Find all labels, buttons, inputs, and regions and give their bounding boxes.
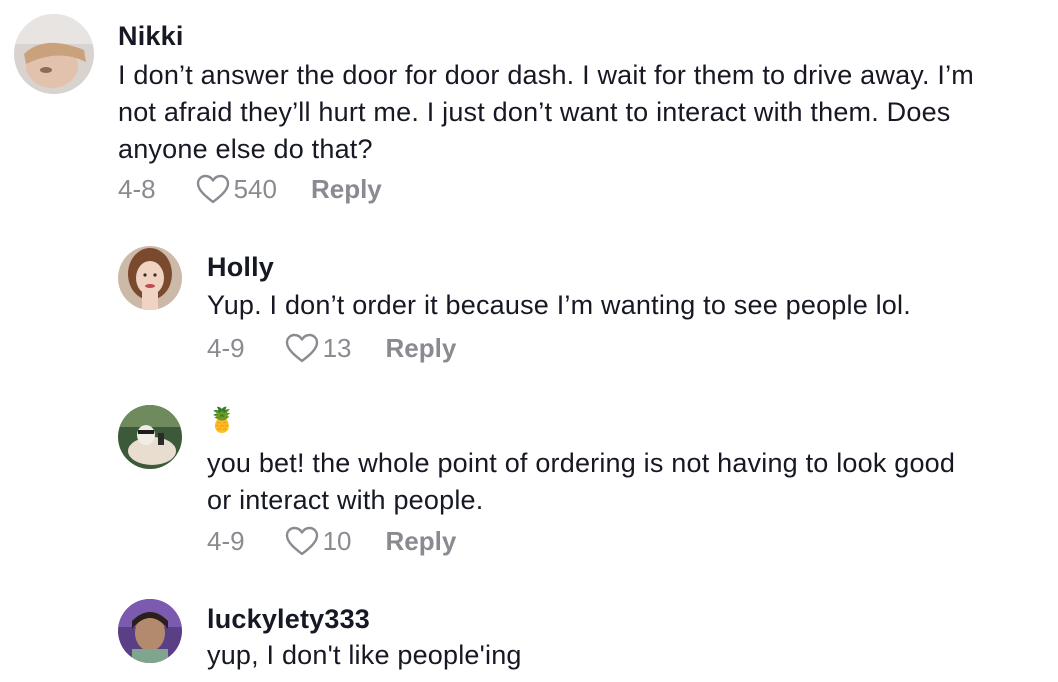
reply-username[interactable]: luckylety333 <box>207 603 522 635</box>
reply-meta: 4-9 13 Reply <box>207 330 911 366</box>
comment-text-line: anyone else do that? <box>118 134 373 164</box>
reply-text-line: yup, I don't like people'ing <box>207 640 522 670</box>
user-avatar-icon <box>118 599 182 663</box>
comment-text-line: not afraid they’ll hurt me. I just don’t… <box>118 97 951 127</box>
reply-button[interactable]: Reply <box>386 526 457 557</box>
comment-text: I don’t answer the door for door dash. I… <box>118 57 974 168</box>
like-button[interactable]: 540 <box>196 174 277 205</box>
like-button[interactable]: 10 <box>285 526 352 557</box>
reply-text-line: you bet! the whole point of ordering is … <box>207 448 956 478</box>
reply-holly: Holly Yup. I don’t order it because I’m … <box>118 246 911 366</box>
user-avatar-icon <box>118 405 182 469</box>
like-button[interactable]: 13 <box>285 333 352 364</box>
reply-date: 4-9 <box>207 332 245 363</box>
heart-outline-icon[interactable] <box>285 526 319 556</box>
reply-text: yup, I don't like people'ing <box>207 637 522 674</box>
reply-username[interactable]: 🍍 <box>207 405 955 437</box>
reply-button[interactable]: Reply <box>311 174 382 205</box>
reply-text: you bet! the whole point of ordering is … <box>207 445 955 519</box>
comment-date: 4-8 <box>118 173 156 204</box>
reply-button[interactable]: Reply <box>386 333 457 364</box>
reply-text: Yup. I don’t order it because I’m wantin… <box>207 287 911 324</box>
heart-outline-icon[interactable] <box>196 174 230 204</box>
reply-date: 4-9 <box>207 525 245 556</box>
user-avatar-icon <box>118 246 182 310</box>
comment-username[interactable]: Nikki <box>118 20 974 52</box>
avatar[interactable] <box>118 405 182 469</box>
comment-text-line: I don’t answer the door for door dash. I… <box>118 60 974 90</box>
reply-text-line: Yup. I don’t order it because I’m wantin… <box>207 290 911 320</box>
avatar[interactable] <box>118 599 182 663</box>
reply-meta: 4-9 10 Reply <box>207 523 955 559</box>
heart-outline-icon[interactable] <box>285 333 319 363</box>
comment-meta: 4-8 540 Reply <box>118 171 974 207</box>
reply-luckylety333: luckylety333 yup, I don't like people'in… <box>118 599 522 674</box>
reply-pineapple: 🍍 you bet! the whole point of ordering i… <box>118 405 955 559</box>
like-count: 10 <box>322 525 352 556</box>
avatar[interactable] <box>118 246 182 310</box>
like-count: 13 <box>322 332 352 363</box>
reply-text-line: or interact with people. <box>207 485 484 515</box>
user-avatar-icon <box>14 14 94 94</box>
avatar[interactable] <box>14 14 94 94</box>
comment-nikki: Nikki I don’t answer the door for door d… <box>14 14 974 207</box>
like-count: 540 <box>233 173 277 204</box>
reply-username[interactable]: Holly <box>207 251 911 283</box>
